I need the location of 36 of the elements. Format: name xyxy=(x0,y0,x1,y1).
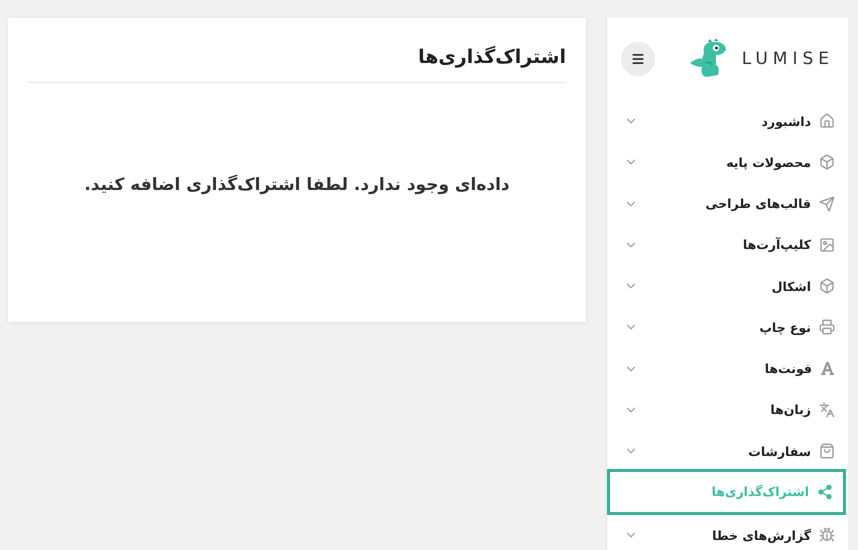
sidebar-item-label: اشکال xyxy=(772,278,811,294)
sidebar-item-label: اشتراک‌گذاری‌ها xyxy=(712,484,809,500)
printer-icon xyxy=(819,319,835,336)
menu-icon xyxy=(631,52,645,66)
sidebar-item-label: فونت‌ها xyxy=(764,361,812,376)
cube-icon xyxy=(819,154,835,170)
sidebar-item-label: زبان‌ها xyxy=(770,402,811,418)
sidebar-item-label: محصولات پایه xyxy=(726,154,811,170)
shopping-bag-icon xyxy=(819,443,835,460)
cube-icon xyxy=(819,278,835,294)
sidebar-item[interactable]: داشبورد xyxy=(607,100,848,142)
sidebar-item[interactable]: محصولات پایه xyxy=(607,142,848,183)
sidebar-item-label: قالب‌های طراحی xyxy=(706,196,811,212)
sidebar-item[interactable]: کلیپ‌آرت‌ها xyxy=(607,224,848,266)
logo-text: LUMISE xyxy=(742,49,834,70)
home-icon xyxy=(819,113,835,130)
sidebar-item[interactable]: گزارش‌های خطا xyxy=(607,514,848,550)
sidebar-item[interactable]: نوع چاپ xyxy=(607,306,848,348)
sidebar-item[interactable]: فونت‌ها xyxy=(607,348,848,390)
sidebar-item-label: کلیپ‌آرت‌ها xyxy=(742,237,811,252)
languages-icon xyxy=(819,402,835,418)
menu-button[interactable] xyxy=(621,42,655,76)
share-icon xyxy=(817,484,833,500)
image-icon xyxy=(819,236,835,253)
sidebar-item-label: داشبورد xyxy=(761,114,811,129)
paper-plane-icon xyxy=(819,196,835,212)
sidebar-item-label: نوع چاپ xyxy=(759,320,811,335)
font-icon xyxy=(820,361,835,376)
sidebar-item-label: گزارش‌های خطا xyxy=(712,528,811,543)
sidebar-item[interactable]: زبان‌ها xyxy=(607,389,848,430)
empty-message: داده‌ای وجود ندارد. لطفا اشتراک‌گذاری اضافه کنید. xyxy=(83,175,511,195)
bug-icon xyxy=(819,527,835,544)
page-title: اشتراک‌گذاری‌ها xyxy=(28,18,566,83)
sidebar-item[interactable]: اشکال xyxy=(607,265,848,307)
sidebar-item-label: سفارشات xyxy=(748,444,811,459)
sidebar-item[interactable]: قالب‌های طراحی xyxy=(607,182,848,224)
